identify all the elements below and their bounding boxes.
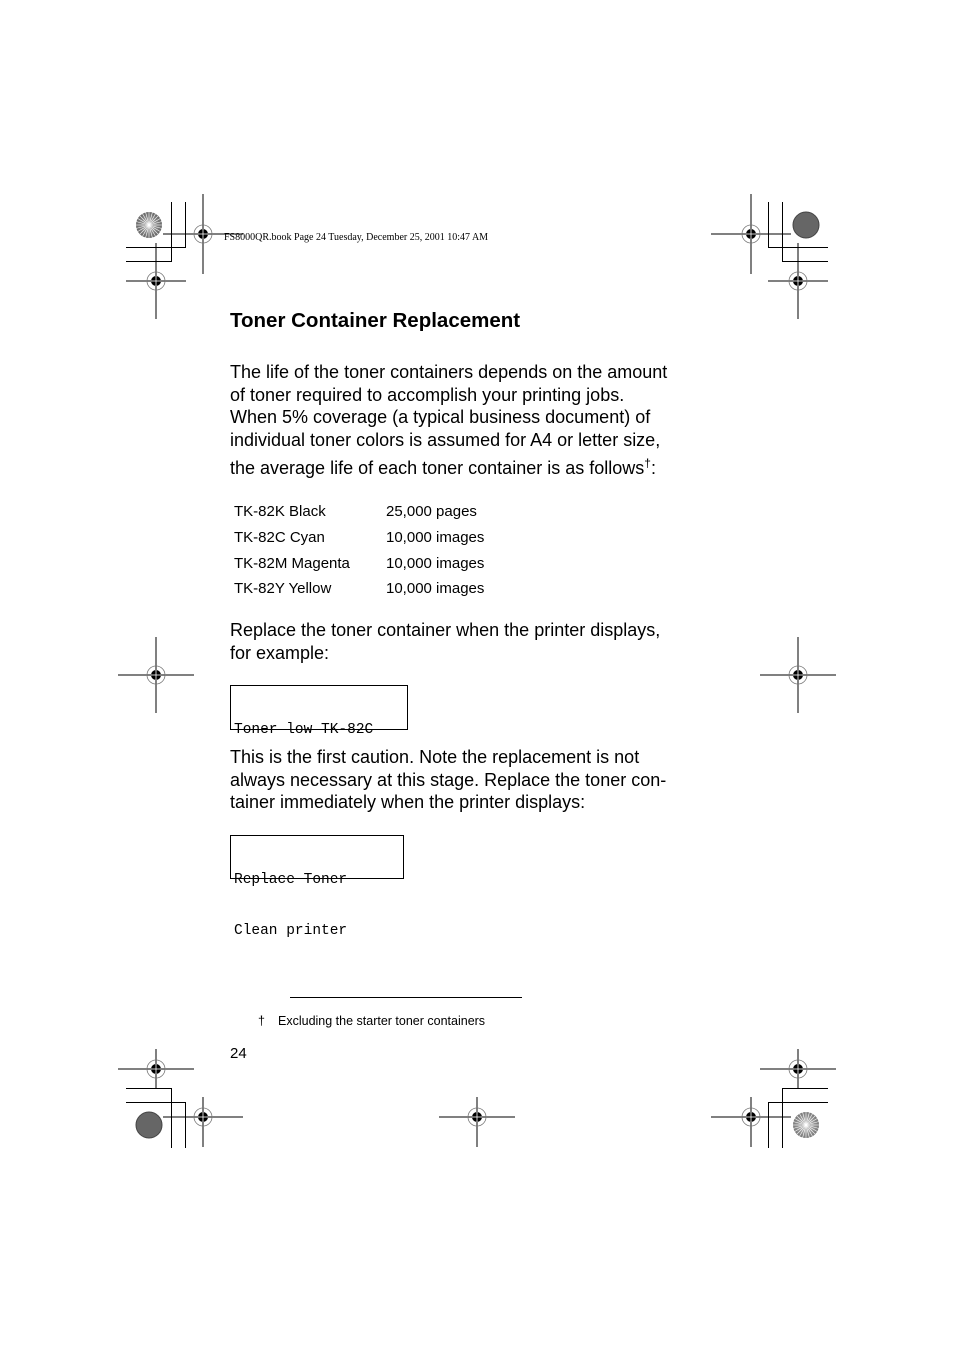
footnote-symbol: † (258, 1014, 265, 1028)
text-line: always necessary at this stage. Replace … (230, 769, 667, 790)
display-line: Replace Toner (234, 872, 348, 888)
text-line: The life of the toner containers depends… (230, 362, 668, 382)
gray-patch-icon (792, 211, 820, 239)
print-header-info: FS8000QR.book Page 24 Tuesday, December … (224, 232, 489, 243)
toner-life: 10,000 images (386, 554, 485, 572)
table-row: TK-82Y Yellow 10,000 images (234, 576, 484, 602)
footnote: † Excluding the starter toner containers (258, 1014, 485, 1028)
intro-paragraph: The life of the toner containers depends… (230, 361, 667, 480)
registration-target-icon (163, 1097, 243, 1147)
text-line: individual toner colors is assumed for A… (230, 430, 661, 451)
text-line: tainer immediately when the printer disp… (230, 792, 586, 813)
text-span: the average life of each toner container… (230, 457, 645, 478)
printer-display-toner-low: Toner low TK-82C (230, 685, 408, 738)
registration-target-icon (118, 637, 194, 713)
replace-paragraph: Replace the toner container when the pri… (230, 619, 660, 664)
table-row: TK-82K Black 25,000 pages (234, 499, 484, 525)
text-line: for example: (230, 642, 330, 663)
text-line: of toner required to accomplish your pri… (230, 384, 625, 405)
starburst-icon (793, 1112, 819, 1138)
table-row: TK-82M Magenta 10,000 images (234, 550, 484, 576)
registration-target-icon (768, 243, 828, 319)
toner-life: 10,000 images (386, 580, 485, 598)
display-line: Clean printer (234, 923, 348, 939)
page-number: 24 (230, 1045, 247, 1062)
gray-patch-icon (135, 1111, 163, 1139)
registration-target-icon (760, 637, 836, 713)
toner-life-table: TK-82K Black 25,000 pages TK-82C Cyan 10… (234, 499, 484, 602)
toner-life: 25,000 pages (386, 503, 477, 521)
toner-model: TK-82K Black (234, 503, 326, 521)
toner-life: 10,000 images (386, 529, 485, 547)
display-line: Toner low TK-82C (234, 722, 374, 738)
text-line: When 5% coverage (a typical business doc… (230, 407, 651, 428)
text-line: This is the first caution. Note the repl… (230, 747, 640, 767)
section-title: Toner Container Replacement (230, 309, 521, 332)
caution-paragraph: This is the first caution. Note the repl… (230, 746, 666, 814)
registration-target-icon (126, 243, 186, 319)
registration-target-icon (118, 1049, 194, 1089)
registration-target-icon (760, 1049, 836, 1089)
registration-target-icon (711, 1097, 791, 1147)
text-span: : (650, 457, 656, 478)
text-line: the average life of each toner container… (230, 457, 667, 480)
starburst-icon (136, 212, 162, 238)
printer-display-replace-toner: Replace Toner Clean printer (230, 835, 404, 939)
footnote-ref: † (644, 455, 651, 470)
footnote-text: Excluding the starter toner containers (278, 1014, 486, 1028)
text-line: Replace the toner container when the pri… (230, 620, 661, 640)
table-row: TK-82C Cyan 10,000 images (234, 525, 484, 551)
toner-model: TK-82C Cyan (234, 529, 325, 547)
toner-model: TK-82Y Yellow (234, 580, 332, 598)
footnote-divider (290, 997, 522, 998)
registration-target-icon (439, 1097, 515, 1147)
toner-model: TK-82M Magenta (234, 554, 350, 572)
